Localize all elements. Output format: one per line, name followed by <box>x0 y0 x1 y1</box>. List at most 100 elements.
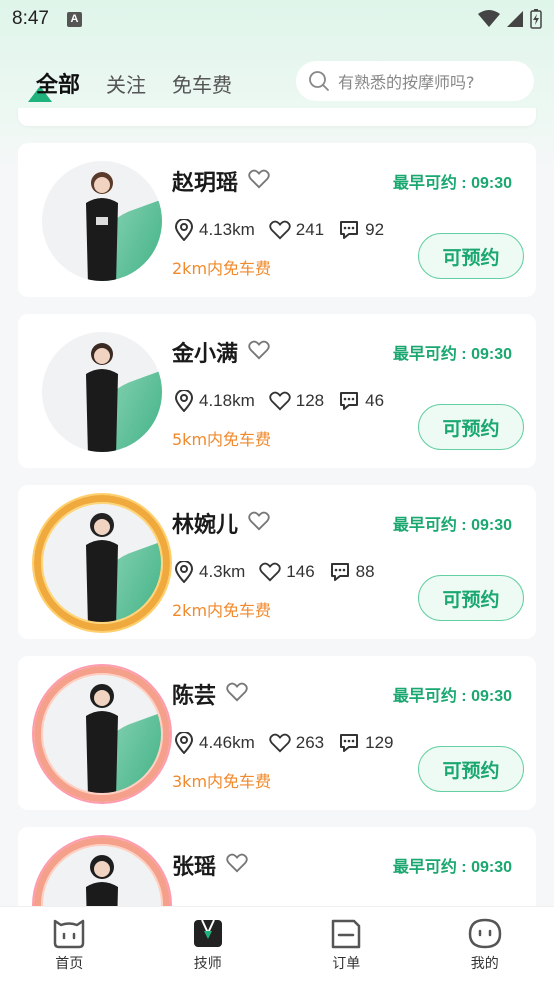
comments-stat: 88 <box>329 561 375 583</box>
likes-value: 241 <box>295 220 325 239</box>
status-bar: 8:47 A <box>0 0 554 38</box>
heart-icon <box>269 220 291 240</box>
technician-card[interactable]: 张瑶 最早可约 : 09:30 <box>18 827 536 906</box>
avatar[interactable] <box>34 495 170 631</box>
distance-value: 4.3km <box>199 562 246 581</box>
technician-photo <box>86 343 118 452</box>
signal-icon <box>507 11 523 27</box>
tab-all[interactable]: 全部 <box>28 67 81 102</box>
distance-value: 4.13km <box>199 220 255 239</box>
book-button[interactable]: 可预约 <box>418 575 524 621</box>
technician-name: 赵玥瑶 <box>172 171 239 196</box>
avatar[interactable] <box>34 837 170 906</box>
nav-profile-label: 我的 <box>470 956 499 972</box>
favorite-heart-icon[interactable] <box>248 169 270 189</box>
free-fare-text: 2km内免车费 <box>172 601 272 620</box>
tab-following[interactable]: 关注 <box>106 69 146 98</box>
nav-home[interactable]: 首页 <box>0 907 139 984</box>
gold-avatar-frame <box>34 495 170 631</box>
earliest-available: 最早可约 : 09:30 <box>392 175 512 192</box>
search-input[interactable]: 有熟悉的按摩师吗? <box>296 61 534 101</box>
location-icon <box>174 219 194 241</box>
technician-stats: 4.13km 241 92 <box>174 219 398 241</box>
favorite-heart-icon[interactable] <box>226 682 248 702</box>
free-fare-text: 2km内免车费 <box>172 259 272 278</box>
search-icon <box>309 71 329 91</box>
technician-name: 林婉儿 <box>172 513 239 538</box>
profile-icon <box>468 918 502 949</box>
likes-stat: 241 <box>269 220 324 240</box>
avatar[interactable] <box>34 666 170 802</box>
book-button[interactable]: 可预约 <box>418 404 524 450</box>
technician-card[interactable]: 金小满 最早可约 : 09:30 4.18km 128 46 5km内免车费 可… <box>18 314 536 468</box>
nav-technician[interactable]: 技师 <box>139 907 278 984</box>
location-icon <box>174 732 194 754</box>
likes-value: 146 <box>286 562 315 581</box>
distance-stat: 4.18km <box>174 390 255 412</box>
earliest-available: 最早可约 : 09:30 <box>392 346 512 363</box>
comments-stat: 129 <box>338 732 394 754</box>
avatar[interactable] <box>38 157 166 285</box>
favorite-heart-icon[interactable] <box>226 853 248 873</box>
comments-stat: 92 <box>338 219 384 241</box>
technician-icon <box>193 919 222 947</box>
technician-card[interactable]: 赵玥瑶 最早可约 : 09:30 4.13km 241 92 2km内免车费 可… <box>18 143 536 297</box>
heart-icon <box>259 562 281 582</box>
earliest-available: 最早可约 : 09:30 <box>392 688 512 705</box>
free-fare-text: 3km内免车费 <box>172 772 272 791</box>
book-button[interactable]: 可预约 <box>418 746 524 792</box>
system-icons <box>478 9 542 29</box>
order-icon <box>332 919 361 949</box>
search-placeholder: 有熟悉的按摩师吗? <box>338 73 475 92</box>
location-icon <box>174 561 194 583</box>
comment-icon <box>330 563 349 581</box>
free-fare-text: 5km内免车费 <box>172 430 272 449</box>
comments-value: 129 <box>365 733 394 752</box>
earliest-available: 最早可约 : 09:30 <box>392 859 512 876</box>
favorite-heart-icon[interactable] <box>248 511 270 531</box>
nav-home-label: 首页 <box>55 956 84 972</box>
earliest-available: 最早可约 : 09:30 <box>392 517 512 534</box>
home-icon <box>54 919 85 949</box>
comment-icon <box>340 221 359 239</box>
technician-card[interactable]: 陈芸 最早可约 : 09:30 4.46km 263 129 3km内免车费 可… <box>18 656 536 810</box>
technician-name: 陈芸 <box>172 684 217 709</box>
nav-orders[interactable]: 订单 <box>277 907 416 984</box>
likes-value: 128 <box>295 391 325 410</box>
nav-profile[interactable]: 我的 <box>416 907 554 984</box>
technician-stats: 4.46km 263 129 <box>174 732 408 754</box>
previous-card-stub <box>18 108 536 126</box>
comment-icon <box>340 734 359 752</box>
technician-photo <box>86 172 118 281</box>
notification-icon: A <box>66 11 82 27</box>
technician-list[interactable]: 赵玥瑶 最早可约 : 09:30 4.13km 241 92 2km内免车费 可… <box>0 108 554 906</box>
comments-value: 88 <box>355 562 375 581</box>
likes-stat: 128 <box>269 391 324 411</box>
comments-value: 46 <box>365 391 385 410</box>
bottom-nav: 首页 技师 订单 我的 <box>0 906 554 984</box>
battery-icon <box>530 9 542 29</box>
distance-value: 4.18km <box>199 391 255 410</box>
wifi-icon <box>478 10 500 27</box>
tab-all-label: 全部 <box>36 73 81 98</box>
comments-stat: 46 <box>338 390 384 412</box>
technician-name: 张瑶 <box>172 855 217 880</box>
distance-stat: 4.13km <box>174 219 255 241</box>
nav-orders-label: 订单 <box>332 956 361 972</box>
distance-stat: 4.3km <box>174 561 245 583</box>
distance-value: 4.46km <box>199 733 255 752</box>
comments-value: 92 <box>365 220 385 239</box>
likes-value: 263 <box>295 733 325 752</box>
avatar[interactable] <box>38 328 166 456</box>
heart-icon <box>269 391 291 411</box>
favorite-heart-icon[interactable] <box>248 340 270 360</box>
tab-following-label: 关注 <box>106 72 147 97</box>
technician-card[interactable]: 林婉儿 最早可约 : 09:30 4.3km 146 88 2km内免车费 可预… <box>18 485 536 639</box>
book-button[interactable]: 可预约 <box>418 233 524 279</box>
technician-name: 金小满 <box>172 342 239 367</box>
location-icon <box>174 390 194 412</box>
nav-technician-label: 技师 <box>193 956 222 972</box>
technician-stats: 4.18km 128 46 <box>174 390 398 412</box>
status-time: 8:47 <box>12 8 49 29</box>
tab-free-fare[interactable]: 免车费 <box>172 69 232 98</box>
